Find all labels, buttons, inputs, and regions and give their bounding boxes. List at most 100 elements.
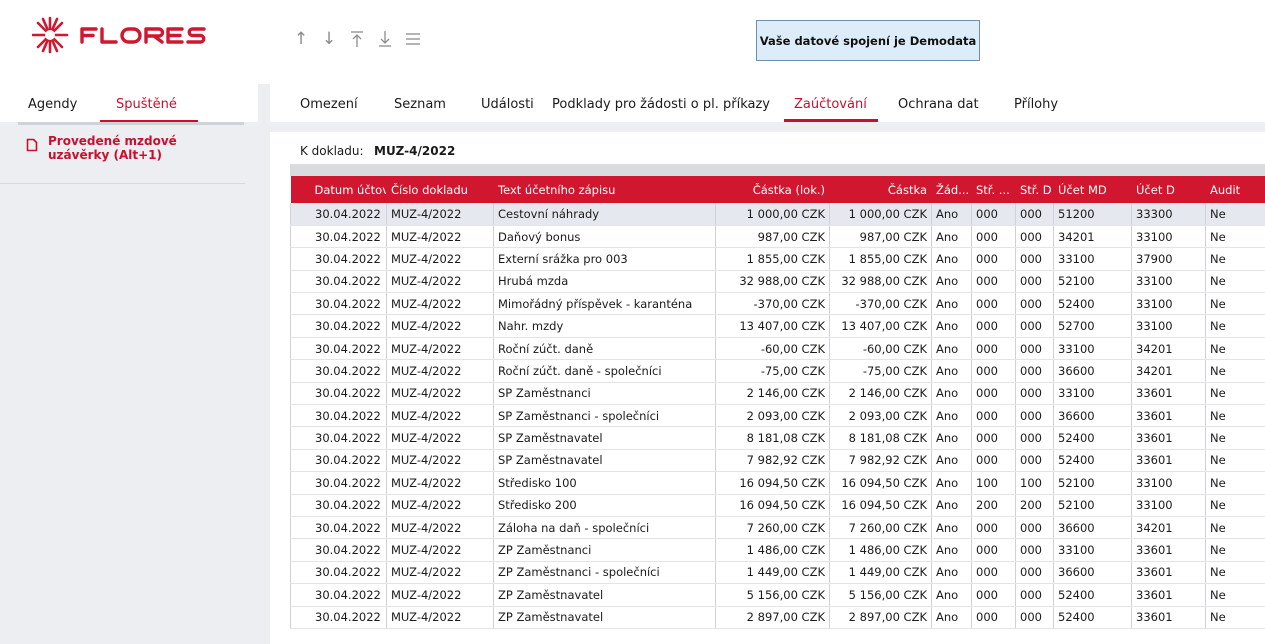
- arrow-down-icon[interactable]: ↓: [316, 26, 342, 52]
- table-row[interactable]: 30.04.2022 MUZ-4/2022 Středisko 200 16 094,…: [290, 494, 1265, 517]
- table-row[interactable]: 30.04.2022 MUZ-4/2022 SP Zaměstnanci 2 146,…: [290, 382, 1265, 406]
- col-zadost-cell: Ano: [931, 404, 972, 428]
- col-castka-lok-cell: -75,00 CZK: [715, 359, 830, 383]
- col-ucet-d-cell: 33100: [1131, 292, 1206, 316]
- grid-group-bar: [290, 164, 1265, 176]
- col-ucet-md-cell: 52100: [1053, 270, 1132, 294]
- col-stredisko-md-cell: 000: [971, 426, 1016, 450]
- col-stredisko-md-cell: 000: [971, 561, 1016, 585]
- sidebar-tab-spustene[interactable]: Spuštěné: [116, 97, 177, 112]
- sidebar-list: Provedené mzdové uzávěrky (Alt+1): [0, 128, 258, 644]
- col-castka-lok-cell: 8 181,08 CZK: [715, 426, 830, 450]
- col-text-cell: Záloha na daň - společníci: [493, 516, 716, 540]
- tab-ochrana-dat[interactable]: Ochrana dat: [898, 97, 979, 112]
- tab-omezeni[interactable]: Omezení: [300, 97, 358, 112]
- col-stredisko-d-cell: 000: [1015, 426, 1054, 450]
- col-datum-cell: 30.04.2022: [290, 606, 387, 629]
- col-datum-cell: 30.04.2022: [290, 449, 387, 473]
- col-ucet-md-cell: 52700: [1053, 314, 1132, 338]
- col-stredisko-md-cell: 100: [971, 471, 1016, 495]
- col-castka-lok-cell: 32 988,00 CZK: [715, 270, 830, 294]
- table-row[interactable]: 30.04.2022 MUZ-4/2022 Daňový bonus 987,00 C…: [290, 225, 1265, 249]
- col-castka-cell: -60,00 CZK: [829, 337, 932, 361]
- col-audit-header[interactable]: Audit: [1205, 176, 1265, 203]
- col-ucet-d-cell: 34201: [1131, 359, 1206, 383]
- col-zadost-header[interactable]: Žád...: [931, 176, 972, 203]
- col-castka-cell: 7 982,92 CZK: [829, 449, 932, 473]
- table-row[interactable]: 30.04.2022 MUZ-4/2022 Středisko 100 16 094,…: [290, 471, 1265, 495]
- col-ucet-md-cell: 36600: [1053, 404, 1132, 428]
- table-row[interactable]: 30.04.2022 MUZ-4/2022 Záloha na daň - spol…: [290, 516, 1265, 540]
- menu-icon[interactable]: [400, 26, 426, 52]
- col-audit-cell: Ne: [1205, 404, 1265, 428]
- table-row[interactable]: 30.04.2022 MUZ-4/2022 Hrubá mzda 32 988,00 …: [290, 270, 1265, 294]
- col-ucet-md-cell: 36600: [1053, 516, 1132, 540]
- table-row[interactable]: 30.04.2022 MUZ-4/2022 Roční zúčt. daně -60,…: [290, 337, 1265, 361]
- tab-prilohy[interactable]: Přílohy: [1014, 97, 1058, 112]
- col-stredisko-d-cell: 100: [1015, 471, 1054, 495]
- col-castka-lok-header[interactable]: Částka (lok.): [715, 176, 830, 203]
- col-ucet-md-header[interactable]: Účet MD: [1053, 176, 1132, 203]
- col-castka-lok-cell: 13 407,00 CZK: [715, 314, 830, 338]
- table-row[interactable]: 30.04.2022 MUZ-4/2022 ZP Zaměstnanci - spo…: [290, 561, 1265, 585]
- col-ucet-md-cell: 52400: [1053, 426, 1132, 450]
- col-zadost-cell: Ano: [931, 606, 972, 629]
- table-row[interactable]: 30.04.2022 MUZ-4/2022 SP Zaměstnavatel 8 18…: [290, 426, 1265, 450]
- col-ucet-d-header[interactable]: Účet D: [1131, 176, 1206, 203]
- table-row[interactable]: 30.04.2022 MUZ-4/2022 Mimořádný příspěvek …: [290, 292, 1265, 316]
- tab-seznam[interactable]: Seznam: [394, 97, 446, 112]
- col-cislo-dokladu-header[interactable]: Číslo dokladu: [386, 176, 494, 203]
- record-navigation: ↑ ↓: [288, 26, 426, 52]
- sidebar-tab-agendy[interactable]: Agendy: [28, 97, 77, 112]
- col-cislo-dokladu-cell: MUZ-4/2022: [386, 225, 494, 249]
- col-ucet-md-cell: 52400: [1053, 583, 1132, 607]
- col-audit-cell: Ne: [1205, 247, 1265, 271]
- table-row[interactable]: 30.04.2022 MUZ-4/2022 SP Zaměstnavatel 7 98…: [290, 449, 1265, 473]
- arrow-to-top-icon[interactable]: [344, 26, 370, 52]
- col-cislo-dokladu-cell: MUZ-4/2022: [386, 270, 494, 294]
- col-castka-cell: 5 156,00 CZK: [829, 583, 932, 607]
- col-cislo-dokladu-cell: MUZ-4/2022: [386, 404, 494, 428]
- tab-podklady[interactable]: Podklady pro žádosti o pl. příkazy: [552, 97, 770, 112]
- col-cislo-dokladu-cell: MUZ-4/2022: [386, 203, 494, 226]
- table-row[interactable]: 30.04.2022 MUZ-4/2022 Cestovní náhrady 1 00…: [290, 203, 1265, 226]
- col-cislo-dokladu-cell: MUZ-4/2022: [386, 606, 494, 629]
- col-text-cell: Daňový bonus: [493, 225, 716, 249]
- tab-zauctovani[interactable]: Zaúčtování: [794, 97, 867, 112]
- sidebar-item-uzaverky[interactable]: Provedené mzdové uzávěrky (Alt+1): [0, 128, 245, 184]
- arrow-up-icon[interactable]: ↑: [288, 26, 314, 52]
- col-zadost-cell: Ano: [931, 538, 972, 562]
- col-audit-cell: Ne: [1205, 449, 1265, 473]
- arrow-to-bottom-icon[interactable]: [372, 26, 398, 52]
- col-castka-header[interactable]: Částka: [829, 176, 932, 203]
- table-row[interactable]: 30.04.2022 MUZ-4/2022 Roční zúčt. daně - s…: [290, 359, 1265, 383]
- col-castka-cell: 1 855,00 CZK: [829, 247, 932, 271]
- tab-udalosti[interactable]: Události: [481, 97, 534, 112]
- col-ucet-md-cell: 36600: [1053, 561, 1132, 585]
- table-row[interactable]: 30.04.2022 MUZ-4/2022 ZP Zaměstnanci 1 486,…: [290, 538, 1265, 562]
- col-text-header[interactable]: Text účetního zápisu: [493, 176, 716, 203]
- col-castka-lok-cell: 1 855,00 CZK: [715, 247, 830, 271]
- tabs-divider: [270, 122, 1265, 132]
- sidebar-divider: [18, 122, 244, 125]
- col-cislo-dokladu-cell: MUZ-4/2022: [386, 583, 494, 607]
- col-audit-cell: Ne: [1205, 426, 1265, 450]
- col-stredisko-md-cell: 000: [971, 516, 1016, 540]
- col-stredisko-d-cell: 000: [1015, 292, 1054, 316]
- col-datum-header[interactable]: Datum účtov...: [290, 176, 387, 203]
- col-audit-cell: Ne: [1205, 270, 1265, 294]
- doc-label: K dokladu:: [300, 144, 364, 158]
- table-row[interactable]: 30.04.2022 MUZ-4/2022 Externí srážka pro 0…: [290, 247, 1265, 271]
- sidebar-item-label: Provedené mzdové uzávěrky (Alt+1): [48, 134, 177, 162]
- col-castka-cell: 1 486,00 CZK: [829, 538, 932, 562]
- table-row[interactable]: 30.04.2022 MUZ-4/2022 SP Zaměstnanci - spo…: [290, 404, 1265, 428]
- col-stredisko-d-cell: 000: [1015, 606, 1054, 629]
- col-text-cell: Středisko 100: [493, 471, 716, 495]
- col-datum-cell: 30.04.2022: [290, 494, 387, 517]
- col-stredisko-d-header[interactable]: Stř. D: [1015, 176, 1054, 203]
- table-row[interactable]: 30.04.2022 MUZ-4/2022 ZP Zaměstnavatel 5 15…: [290, 583, 1265, 607]
- col-cislo-dokladu-cell: MUZ-4/2022: [386, 426, 494, 450]
- col-stredisko-md-header[interactable]: Stř. ...: [971, 176, 1016, 203]
- table-row[interactable]: 30.04.2022 MUZ-4/2022 Nahr. mzdy 13 407,00 …: [290, 314, 1265, 338]
- table-row[interactable]: 30.04.2022 MUZ-4/2022 ZP Zaměstnavatel 2 89…: [290, 606, 1265, 629]
